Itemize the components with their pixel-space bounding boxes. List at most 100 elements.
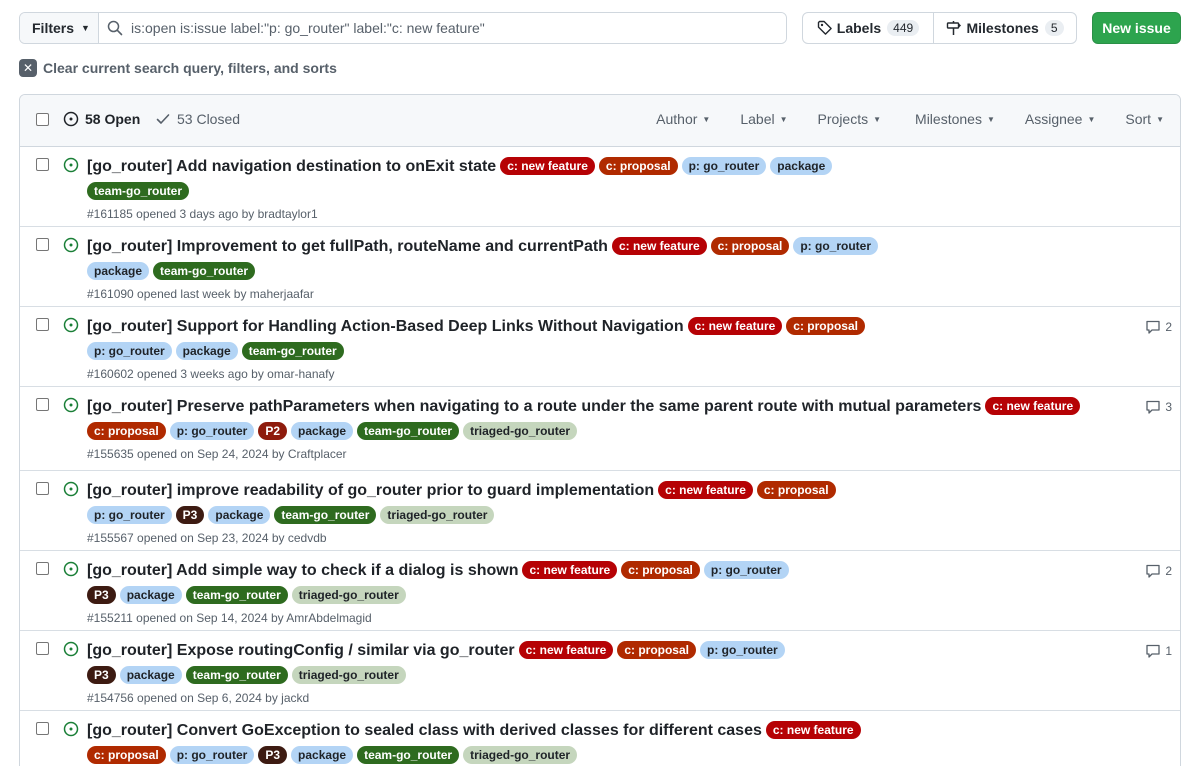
issue-labels-line: p: go_router P3 package team-go_router triag…	[87, 503, 1107, 527]
issue-checkbox[interactable]	[36, 642, 49, 655]
issue-checkbox[interactable]	[36, 398, 49, 411]
issue-label[interactable]: team-go_router	[357, 422, 460, 440]
issue-label[interactable]: package	[175, 342, 238, 360]
issue-label[interactable]: c: new feature	[500, 157, 595, 175]
open-issues-tab[interactable]: 58 Open	[63, 111, 140, 127]
issue-label[interactable]: c: proposal	[87, 422, 166, 440]
issue-title-line: [go_router] Expose routingConfig / simil…	[87, 638, 1107, 663]
issue-label[interactable]: c: new feature	[522, 561, 618, 579]
issue-label[interactable]: P3	[87, 666, 116, 684]
issue-row[interactable]: [go_router] Convert GoException to seale…	[20, 711, 1180, 766]
search-input[interactable]	[131, 20, 771, 36]
issue-label[interactable]: c: proposal	[621, 561, 700, 579]
issue-title-link[interactable]: [go_router] Add simple way to check if a…	[87, 562, 518, 579]
issue-title-link[interactable]: [go_router] Support for Handling Action-…	[87, 318, 684, 335]
issue-label[interactable]: c: new feature	[687, 317, 783, 335]
issue-label[interactable]: c: proposal	[756, 481, 836, 499]
issue-label[interactable]: c: proposal	[710, 237, 790, 255]
issue-label[interactable]: package	[291, 746, 354, 764]
issue-label[interactable]: p: go_router	[87, 342, 172, 360]
projects-filter[interactable]: Projects ▼	[818, 111, 882, 127]
issue-label[interactable]: triaged-go_router	[463, 746, 578, 764]
issue-label[interactable]: p: go_router	[703, 561, 789, 579]
clear-filters-link[interactable]: ✕ Clear current search query, filters, a…	[19, 58, 337, 78]
comments-link[interactable]: 3	[1145, 399, 1172, 415]
issue-label[interactable]: c: new feature	[658, 481, 753, 499]
comments-link[interactable]: 2	[1145, 563, 1172, 579]
close-icon: ✕	[19, 59, 37, 77]
issue-label[interactable]: c: new feature	[985, 397, 1081, 415]
issue-label[interactable]: c: proposal	[786, 317, 865, 335]
issue-label[interactable]: c: proposal	[87, 746, 166, 764]
issue-label[interactable]: triaged-go_router	[291, 666, 406, 684]
issue-checkbox[interactable]	[36, 482, 49, 495]
issue-title-link[interactable]: [go_router] Expose routingConfig / simil…	[87, 642, 515, 659]
issue-title-link[interactable]: [go_router] Convert GoException to seale…	[87, 722, 762, 739]
issue-checkbox[interactable]	[36, 318, 49, 331]
issue-label[interactable]: team-go_router	[87, 182, 190, 200]
issue-label[interactable]: package	[291, 422, 354, 440]
issue-label[interactable]: c: proposal	[617, 641, 696, 659]
issue-label[interactable]: c: proposal	[598, 157, 678, 175]
issue-title-link[interactable]: [go_router] improve readability of go_ro…	[87, 482, 654, 499]
issue-row[interactable]: [go_router] Support for Handling Action-…	[20, 307, 1180, 387]
issue-label[interactable]: c: new feature	[611, 237, 707, 255]
issue-label[interactable]: P3	[175, 506, 205, 524]
author-filter[interactable]: Author ▼	[656, 111, 710, 127]
issue-checkbox[interactable]	[36, 238, 49, 251]
issue-label[interactable]: package	[119, 586, 182, 604]
issue-content: [go_router] Support for Handling Action-…	[87, 314, 1107, 383]
issue-label[interactable]: triaged-go_router	[291, 586, 406, 604]
issue-row[interactable]: [go_router] Improvement to get fullPath,…	[20, 227, 1180, 307]
issue-label[interactable]: team-go_router	[274, 506, 377, 524]
milestones-label: Milestones	[966, 20, 1039, 36]
issue-label[interactable]: package	[119, 666, 182, 684]
issue-checkbox[interactable]	[36, 562, 49, 575]
issue-row[interactable]: [go_router] improve readability of go_ro…	[20, 471, 1180, 551]
issue-label[interactable]: package	[770, 157, 833, 175]
issue-title-link[interactable]: [go_router] Preserve pathParameters when…	[87, 398, 981, 415]
issue-label[interactable]: c: new feature	[765, 721, 861, 739]
issue-label[interactable]: P3	[87, 586, 116, 604]
issue-label[interactable]: p: go_router	[169, 422, 255, 440]
issue-opened-icon	[63, 317, 79, 333]
issue-label[interactable]: p: go_router	[793, 237, 879, 255]
issue-label[interactable]: p: go_router	[681, 157, 767, 175]
issue-row[interactable]: [go_router] Add simple way to check if a…	[20, 551, 1180, 631]
issue-label[interactable]: P3	[258, 746, 288, 764]
comments-link[interactable]: 1	[1145, 643, 1172, 659]
sort-filter[interactable]: Sort ▼	[1125, 111, 1164, 127]
filters-dropdown-button[interactable]: Filters ▼	[20, 13, 99, 43]
select-all-checkbox[interactable]	[36, 113, 49, 126]
milestones-button[interactable]: Milestones 5	[934, 13, 1076, 43]
milestones-filter[interactable]: Milestones ▼	[915, 111, 995, 127]
comments-link[interactable]: 2	[1145, 319, 1172, 335]
assignee-filter[interactable]: Assignee ▼	[1025, 111, 1096, 127]
issue-label[interactable]: package	[208, 506, 271, 524]
label-filter[interactable]: Label ▼	[740, 111, 787, 127]
issue-label[interactable]: p: go_router	[700, 641, 785, 659]
issue-row[interactable]: [go_router] Add navigation destination t…	[20, 147, 1180, 227]
issue-label[interactable]: P2	[258, 422, 288, 440]
new-issue-button[interactable]: New issue	[1092, 12, 1181, 44]
closed-issues-tab[interactable]: 53 Closed	[155, 111, 240, 127]
issue-checkbox[interactable]	[36, 158, 49, 171]
issue-label[interactable]: c: new feature	[518, 641, 614, 659]
issue-row[interactable]: [go_router] Expose routingConfig / simil…	[20, 631, 1180, 711]
issue-label[interactable]: team-go_router	[185, 586, 288, 604]
issue-label[interactable]: package	[87, 262, 150, 280]
issue-title-link[interactable]: [go_router] Improvement to get fullPath,…	[87, 238, 608, 255]
label-filter-label: Label	[740, 111, 775, 127]
issue-label[interactable]: team-go_router	[185, 666, 288, 684]
issue-checkbox[interactable]	[36, 722, 49, 735]
issue-label[interactable]: team-go_router	[357, 746, 460, 764]
issue-row[interactable]: [go_router] Preserve pathParameters when…	[20, 387, 1180, 471]
issue-label[interactable]: p: go_router	[169, 746, 255, 764]
issue-label[interactable]: p: go_router	[87, 506, 172, 524]
issue-label[interactable]: triaged-go_router	[463, 422, 578, 440]
issue-label[interactable]: triaged-go_router	[380, 506, 495, 524]
issue-label[interactable]: team-go_router	[153, 262, 256, 280]
labels-button[interactable]: Labels 449	[803, 13, 934, 43]
issue-label[interactable]: team-go_router	[241, 342, 344, 360]
issue-title-link[interactable]: [go_router] Add navigation destination t…	[87, 158, 496, 175]
